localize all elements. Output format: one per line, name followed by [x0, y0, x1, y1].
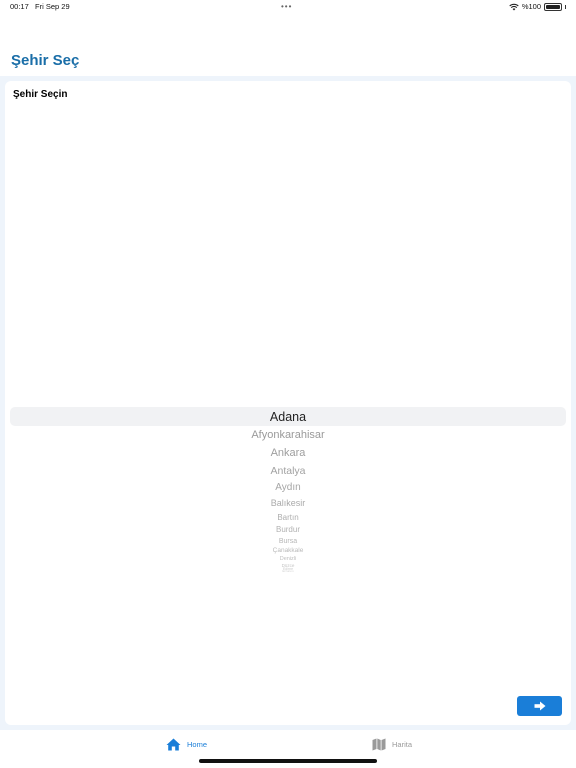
status-clock: 00:17	[10, 2, 29, 11]
tab-harita[interactable]: Harita	[372, 738, 412, 751]
picker-item[interactable]: Çanakkale	[10, 547, 566, 555]
home-icon	[166, 738, 181, 751]
picker-item[interactable]: Balıkesir	[10, 497, 566, 509]
tab-home[interactable]: Home	[166, 738, 207, 751]
tab-harita-label: Harita	[392, 740, 413, 749]
picker-item[interactable]: Ankara	[10, 446, 566, 461]
tab-home-label: Home	[187, 740, 208, 749]
city-select-card: Şehir Seçin Adana Afyonkarahisar Ankara …	[5, 81, 571, 725]
battery-tip	[565, 5, 566, 9]
wifi-icon	[509, 3, 519, 11]
battery-percentage: %100	[521, 2, 541, 11]
multitasking-dots[interactable]: •••	[281, 0, 292, 14]
section-label: Şehir Seçin	[13, 89, 68, 100]
battery-icon	[544, 3, 562, 11]
picker-item[interactable]: Erzurum	[10, 570, 566, 573]
picker-item[interactable]: Bursa	[10, 537, 566, 546]
navigation-bar: Şehir Seç	[0, 14, 576, 76]
status-date: Fri Sep 29	[35, 2, 70, 11]
next-button[interactable]	[517, 696, 562, 716]
status-bar: 00:17 Fri Sep 29 ••• %100	[0, 0, 576, 14]
picker-item[interactable]: Denizli	[10, 556, 566, 563]
home-indicator[interactable]	[199, 759, 377, 763]
picker-item[interactable]: Antalya	[10, 464, 566, 478]
status-indicators: %100	[509, 0, 566, 14]
picker-item[interactable]: Afyonkarahisar	[10, 428, 566, 443]
map-icon	[372, 738, 386, 751]
picker-item[interactable]: Bartın	[10, 512, 566, 523]
picker-item[interactable]: Burdur	[10, 525, 566, 535]
page-title: Şehir Seç	[11, 52, 80, 69]
picker-item[interactable]: Aydın	[10, 481, 566, 494]
status-time: 00:17 Fri Sep 29	[10, 0, 70, 14]
city-picker[interactable]: Adana Afyonkarahisar Ankara Antalya Aydı…	[10, 407, 566, 577]
picker-item-selected[interactable]: Adana	[10, 409, 566, 425]
arrow-right-icon	[534, 701, 545, 711]
